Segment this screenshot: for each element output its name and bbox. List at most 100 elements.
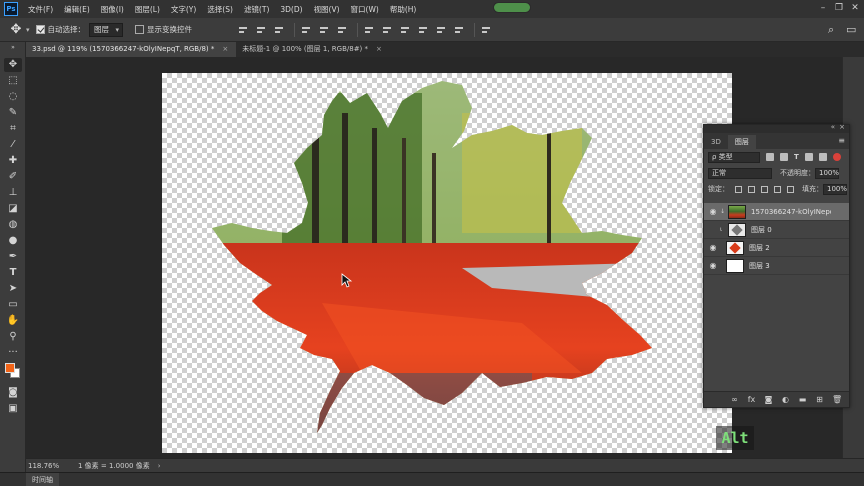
filter-kind-dropdown[interactable]: ρ 类型 (708, 151, 760, 163)
toolbar-collapse-icon[interactable]: » (4, 44, 22, 52)
menu-layer[interactable]: 图层(L) (135, 4, 160, 15)
paint-bucket-tool-icon[interactable]: ◍ (4, 218, 22, 232)
menu-filter[interactable]: 滤镜(T) (244, 4, 269, 15)
restore-icon[interactable]: ❐ (834, 3, 844, 13)
healing-brush-tool-icon[interactable]: ✚ (4, 154, 22, 168)
menu-edit[interactable]: 编辑(E) (64, 4, 90, 15)
zoom-level-input[interactable]: 118.76% (28, 461, 64, 471)
minimize-icon[interactable]: – (818, 3, 828, 13)
adjustment-layer-icon[interactable]: ◐ (781, 395, 790, 404)
add-mask-icon[interactable]: ◙ (764, 395, 773, 404)
zoom-tool-icon[interactable]: ⚲ (4, 330, 22, 344)
layer-style-icon[interactable]: fx (747, 395, 756, 404)
filter-adjustment-icon[interactable] (780, 153, 788, 161)
tab-untitled-1[interactable]: 未标题-1 @ 100% (图层 1, RGB/8#) * × (236, 42, 390, 57)
new-layer-icon[interactable]: ⊞ (815, 395, 824, 404)
auto-align-icon[interactable] (481, 25, 491, 35)
distribute-bottom-icon[interactable] (400, 25, 410, 35)
document-canvas[interactable] (162, 73, 732, 453)
align-top-icon[interactable] (238, 25, 248, 35)
menu-image[interactable]: 图像(I) (101, 4, 124, 15)
workspace-switcher[interactable] (493, 2, 531, 13)
align-vcenter-icon[interactable] (256, 25, 266, 35)
close-window-icon[interactable]: ✕ (850, 3, 860, 13)
hand-tool-icon[interactable]: ✋ (4, 314, 22, 328)
more-tools-icon[interactable]: ··· (4, 346, 22, 360)
pen-tool-icon[interactable]: ✒ (4, 250, 22, 264)
menu-file[interactable]: 文件(F) (28, 4, 53, 15)
foreground-color-swatch[interactable] (5, 363, 15, 373)
visibility-eye-icon[interactable]: ◉ (708, 243, 718, 253)
panel-title-bar[interactable]: « × (704, 123, 849, 133)
shape-tool-icon[interactable]: ▭ (4, 298, 22, 312)
blend-mode-dropdown[interactable]: 正常 (708, 167, 772, 179)
lock-all-icon[interactable] (787, 185, 794, 193)
type-tool-icon[interactable]: T (4, 266, 22, 280)
auto-select-dropdown[interactable]: 图层 (89, 22, 124, 37)
layer-row-layer-0[interactable]: ◉ ɩ 图层 0 (704, 221, 849, 239)
filter-toggle-icon[interactable] (832, 153, 841, 161)
search-icon[interactable]: ⌕ (828, 23, 834, 37)
close-tab-icon[interactable]: × (222, 42, 228, 57)
layer-row-photo[interactable]: ◉ ↓ 1570366247-kOlyINepq... (704, 203, 849, 221)
path-select-tool-icon[interactable]: ➤ (4, 282, 22, 296)
menu-help[interactable]: 帮助(H) (390, 4, 417, 15)
layer-row-layer-2[interactable]: ◉ 图层 2 (704, 239, 849, 257)
workspace-icon[interactable]: ▭ (846, 23, 856, 36)
lock-transparent-icon[interactable] (735, 185, 742, 193)
brush-tool-icon[interactable]: ✐ (4, 170, 22, 184)
lock-position-icon[interactable] (761, 185, 768, 193)
close-tab-icon[interactable]: × (376, 42, 382, 57)
link-layers-icon[interactable]: ∞ (730, 395, 739, 404)
collapse-panel-icon[interactable]: « (831, 123, 835, 131)
eraser-tool-icon[interactable]: ◪ (4, 202, 22, 216)
lock-image-icon[interactable] (748, 185, 755, 193)
filter-shape-icon[interactable] (804, 153, 813, 161)
auto-select-checkbox[interactable] (35, 25, 45, 34)
lasso-tool-icon[interactable]: ◌ (4, 90, 22, 104)
tool-preset-chevron-icon[interactable]: ▾ (26, 26, 30, 34)
tab-timeline[interactable]: 时间轴 (26, 473, 59, 486)
move-tool-icon[interactable]: ✥ (4, 58, 22, 72)
align-right-icon[interactable] (337, 25, 347, 35)
move-tool-icon[interactable]: ✥ (8, 22, 24, 38)
visibility-eye-icon[interactable]: ◉ (708, 207, 718, 217)
screen-mode-icon[interactable]: ▣ (4, 402, 22, 416)
crop-tool-icon[interactable]: ⌗ (4, 122, 22, 136)
filter-smart-object-icon[interactable] (818, 153, 827, 161)
align-hcenter-icon[interactable] (319, 25, 329, 35)
lock-artboard-icon[interactable] (774, 185, 781, 193)
menu-select[interactable]: 选择(S) (207, 4, 233, 15)
quick-mask-icon[interactable]: ◙ (4, 386, 22, 400)
filter-pixel-icon[interactable] (766, 153, 774, 161)
dodge-tool-icon[interactable]: ● (4, 234, 22, 248)
opacity-input[interactable]: 100% (815, 167, 839, 179)
filter-type-icon[interactable]: T (794, 153, 799, 161)
menu-view[interactable]: 视图(V) (314, 4, 340, 15)
quick-select-tool-icon[interactable]: ✎ (4, 106, 22, 120)
status-menu-arrow-icon[interactable]: › (158, 462, 161, 470)
distribute-top-icon[interactable] (364, 25, 374, 35)
menu-3d[interactable]: 3D(D) (280, 5, 302, 14)
show-transform-checkbox[interactable] (135, 25, 145, 34)
distribute-left-icon[interactable] (418, 25, 428, 35)
delete-layer-icon[interactable]: 🗑 (832, 395, 842, 404)
distribute-vcenter-icon[interactable] (382, 25, 392, 35)
close-panel-icon[interactable]: × (839, 123, 845, 131)
menu-window[interactable]: 窗口(W) (351, 4, 379, 15)
align-bottom-icon[interactable] (274, 25, 284, 35)
menu-type[interactable]: 文字(Y) (171, 4, 196, 15)
tab-3d[interactable]: 3D (704, 135, 728, 149)
tab-layers[interactable]: 图层 (727, 135, 756, 149)
marquee-tool-icon[interactable]: ⬚ (4, 74, 22, 88)
clone-stamp-tool-icon[interactable]: ⊥ (4, 186, 22, 200)
fill-input[interactable]: 100% (823, 183, 847, 195)
distribute-hcenter-icon[interactable] (436, 25, 446, 35)
layer-row-layer-3[interactable]: ◉ 图层 3 (704, 257, 849, 275)
eyedropper-tool-icon[interactable]: ⁄ (4, 138, 22, 152)
distribute-right-icon[interactable] (454, 25, 464, 35)
visibility-eye-icon[interactable]: ◉ (708, 225, 718, 235)
align-left-icon[interactable] (301, 25, 311, 35)
visibility-eye-icon[interactable]: ◉ (708, 261, 718, 271)
new-group-icon[interactable]: ▬ (798, 395, 807, 404)
